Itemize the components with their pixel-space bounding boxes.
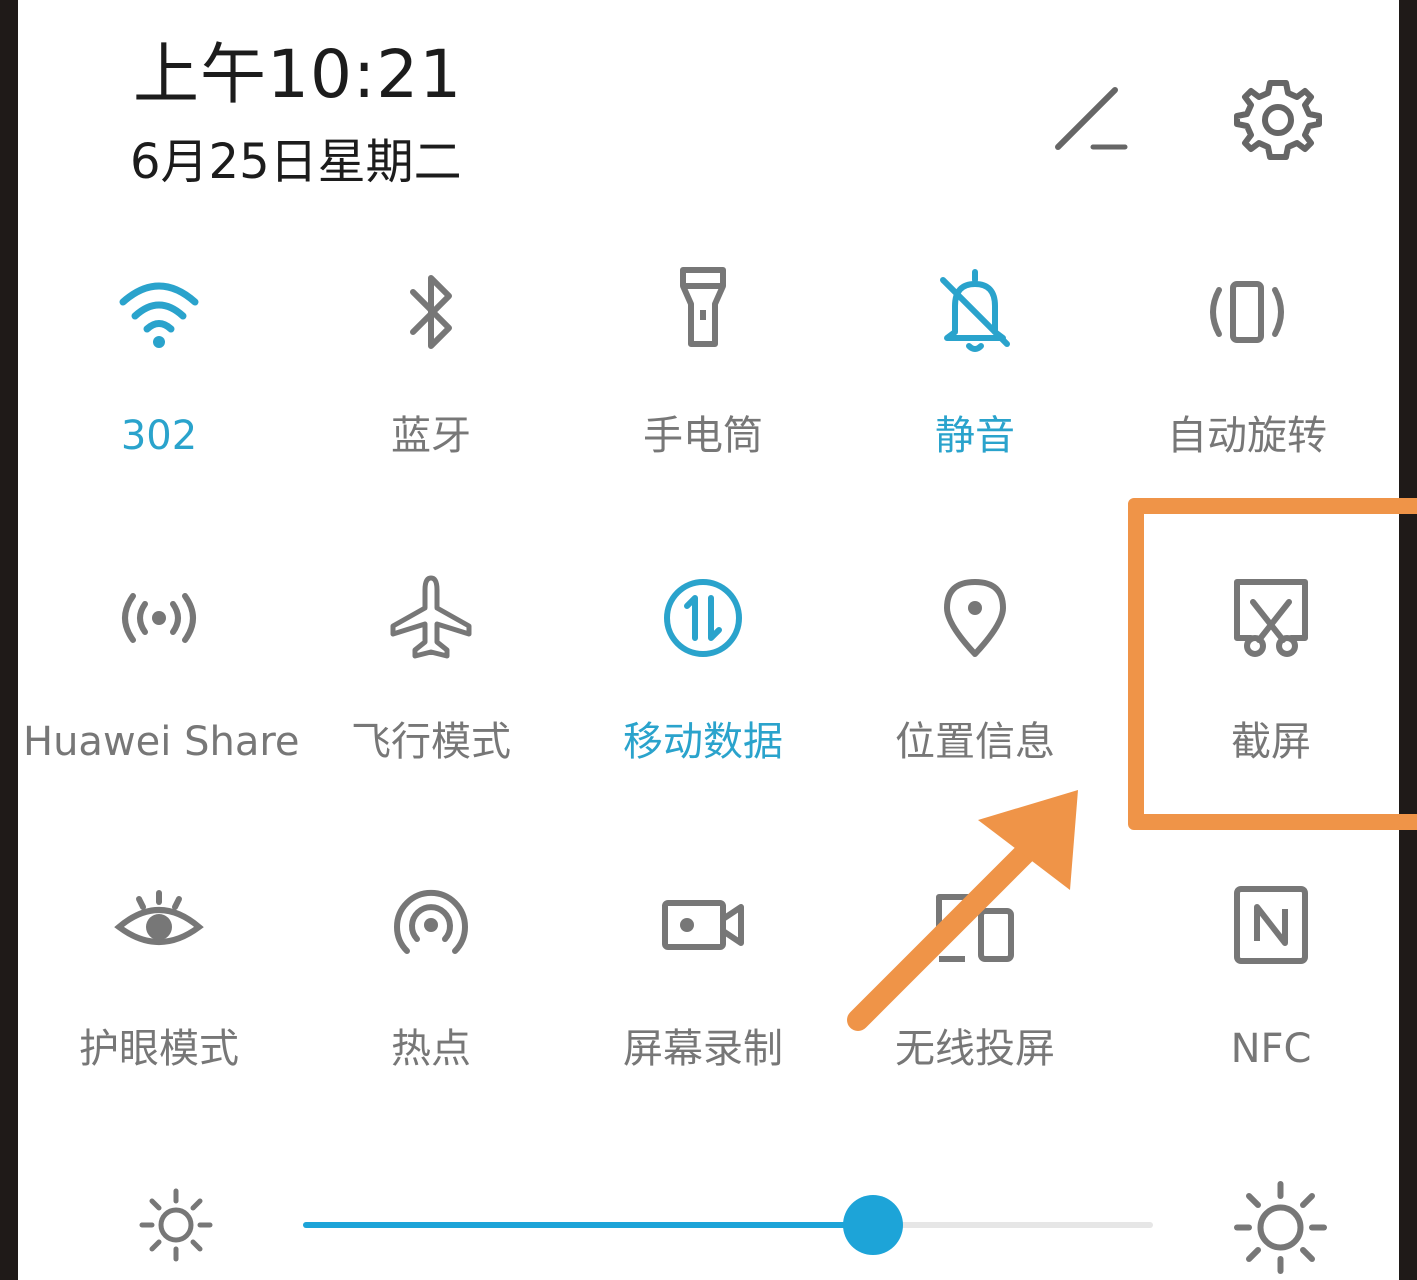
tile-silent[interactable]: 静音 [839,262,1111,482]
tile-label: 飞行模式 [351,719,511,765]
nfc-icon [1234,886,1308,964]
tile-mobile-data[interactable]: 移动数据 [567,568,839,788]
tile-label: 移动数据 [623,719,783,765]
pencil-icon [1055,87,1128,150]
quick-settings-panel: 上午10:21 6月25日星期二 302 蓝牙 手电筒 静音 自动旋转 Huaw… [18,0,1417,1280]
orange-highlight-box [1128,498,1417,830]
tile-nfc[interactable]: NFC [1135,875,1407,1095]
video-camera-icon [662,900,744,950]
tile-wifi[interactable]: 302 [23,262,295,482]
sun-small-icon [139,1188,213,1262]
status-time: 上午10:21 [133,36,463,113]
tile-label: 蓝牙 [391,413,471,459]
brightness-fill [303,1222,873,1228]
hotspot-icon [394,890,468,954]
tile-label: Huawei Share [23,719,300,765]
tile-huawei-share[interactable]: Huawei Share [23,568,300,788]
tile-bluetooth[interactable]: 蓝牙 [295,262,567,482]
edit-button[interactable] [1033,65,1143,175]
tile-label: 屏幕录制 [623,1026,783,1072]
bell-off-icon [940,269,1010,352]
tile-label: 自动旋转 [1167,413,1327,459]
brightness-slider[interactable] [303,1195,1153,1255]
bluetooth-icon [410,275,452,349]
tile-auto-rotate[interactable]: 自动旋转 [1111,262,1383,482]
mobile-data-icon [664,579,742,657]
wifi-icon [119,282,199,348]
tile-screen-record[interactable]: 屏幕录制 [567,875,839,1095]
tile-label: 手电筒 [643,413,763,459]
sun-large-icon [1234,1181,1327,1274]
brightness-thumb[interactable] [842,1195,903,1255]
tile-label: 护眼模式 [79,1026,239,1072]
tile-hotspot[interactable]: 热点 [295,875,567,1095]
tile-label: 位置信息 [895,719,1055,765]
flashlight-icon [680,267,726,347]
broadcast-icon [122,593,196,643]
settings-button[interactable] [1223,65,1333,175]
eye-icon [114,890,204,945]
tile-airplane[interactable]: 飞行模式 [295,568,567,788]
tile-label: 302 [120,413,198,459]
orange-arrow [847,790,1078,1031]
tile-eye-comfort[interactable]: 护眼模式 [23,875,295,1095]
tile-location[interactable]: 位置信息 [839,568,1111,788]
location-pin-icon [944,579,1006,657]
tile-label: 静音 [935,413,1015,459]
status-date: 6月25日星期二 [130,134,462,190]
tile-flashlight[interactable]: 手电筒 [567,262,839,482]
auto-rotate-icon [1210,281,1284,343]
tile-label: 热点 [391,1026,471,1072]
airplane-icon [390,575,472,659]
gear-icon [1234,80,1322,160]
tile-label: NFC [1230,1026,1312,1072]
